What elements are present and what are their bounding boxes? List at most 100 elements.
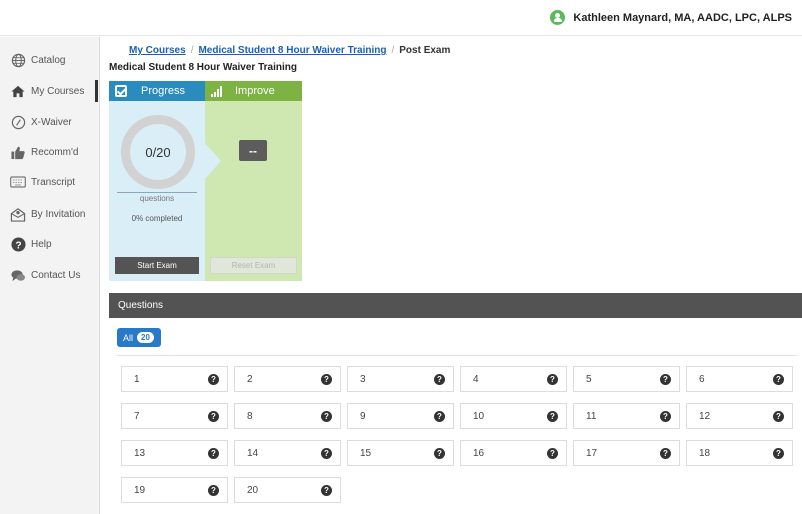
question-item[interactable]: 2?	[234, 366, 341, 392]
question-help-icon[interactable]: ?	[434, 410, 445, 422]
question-help-icon[interactable]: ?	[321, 373, 332, 385]
signal-bars-icon	[211, 85, 223, 97]
globe-icon	[10, 52, 26, 68]
sidebar-item-x-waiver[interactable]: X-Waiver	[10, 111, 98, 133]
sidebar-item-label: Transcript	[31, 176, 76, 188]
question-item[interactable]: 20?	[234, 477, 341, 503]
improve-value: --	[239, 140, 267, 161]
question-number: 16	[473, 447, 485, 459]
breadcrumb-my-courses-link[interactable]: My Courses	[129, 45, 186, 56]
sidebar-item-label: X-Waiver	[31, 116, 72, 128]
question-help-icon[interactable]: ?	[321, 447, 332, 459]
question-item[interactable]: 16?	[460, 440, 567, 466]
sidebar-item-label: Contact Us	[31, 269, 81, 281]
question-number: 19	[134, 484, 146, 496]
sidebar-item-label: Catalog	[31, 54, 66, 66]
question-help-icon[interactable]: ?	[660, 373, 671, 385]
question-item[interactable]: 14?	[234, 440, 341, 466]
question-item[interactable]: 15?	[347, 440, 454, 466]
question-help-icon[interactable]: ?	[660, 410, 671, 422]
progress-divider	[117, 192, 197, 193]
filter-all-button[interactable]: All 20	[117, 328, 161, 347]
question-item[interactable]: 12?	[686, 403, 793, 429]
start-exam-button[interactable]: Start Exam	[115, 257, 199, 274]
envelope-icon	[10, 206, 26, 222]
question-item[interactable]: 9?	[347, 403, 454, 429]
question-number: 3	[360, 373, 366, 385]
question-number: 20	[247, 484, 259, 496]
top-bar: Kathleen Maynard, MA, AADC, LPC, ALPS	[0, 0, 802, 36]
question-number: 9	[360, 410, 366, 422]
progress-ring: 0/20	[121, 115, 195, 189]
question-item[interactable]: 19?	[121, 477, 228, 503]
question-item[interactable]: 17?	[573, 440, 680, 466]
question-number: 6	[699, 373, 705, 385]
question-help-icon[interactable]: ?	[547, 410, 558, 422]
question-help-icon[interactable]: ?	[547, 447, 558, 459]
question-item[interactable]: 7?	[121, 403, 228, 429]
user-avatar-icon	[550, 10, 566, 25]
sidebar-item-by-invitation[interactable]: By Invitation	[10, 203, 98, 225]
question-help-icon[interactable]: ?	[208, 410, 219, 422]
question-number: 13	[134, 447, 146, 459]
filter-count-badge: 20	[137, 332, 154, 343]
checkbox-icon	[115, 85, 127, 97]
sidebar-item-transcript[interactable]: Transcript	[10, 171, 98, 193]
question-item[interactable]: 10?	[460, 403, 567, 429]
question-help-icon[interactable]: ?	[773, 447, 784, 459]
improve-card: Improve -- Reset Exam	[205, 81, 302, 281]
question-number: 14	[247, 447, 259, 459]
question-number: 8	[247, 410, 253, 422]
question-help-icon[interactable]: ?	[660, 447, 671, 459]
question-help-icon[interactable]: ?	[321, 410, 332, 422]
sidebar-item-label: My Courses	[31, 85, 85, 97]
progress-arrow	[205, 143, 221, 179]
sidebar-item-contact-us[interactable]: Contact Us	[10, 264, 98, 286]
question-item[interactable]: 3?	[347, 366, 454, 392]
breadcrumb: My Courses / Medical Student 8 Hour Waiver…	[129, 45, 450, 56]
question-icon: ?	[10, 236, 26, 252]
svg-text:?: ?	[15, 240, 21, 251]
progress-header: Progress	[109, 81, 205, 101]
sidebar-item-label: Help	[31, 238, 52, 250]
breadcrumb-course-link[interactable]: Medical Student 8 Hour Waiver Training	[198, 45, 386, 56]
question-item[interactable]: 13?	[121, 440, 228, 466]
question-help-icon[interactable]: ?	[208, 447, 219, 459]
sidebar: Catalog My Courses X-Waiver Recomm'd Tra…	[0, 37, 100, 514]
sidebar-item-help[interactable]: ? Help	[10, 233, 98, 255]
sidebar-item-recommended[interactable]: Recomm'd	[10, 141, 98, 163]
question-number: 18	[699, 447, 711, 459]
question-help-icon[interactable]: ?	[773, 373, 784, 385]
question-help-icon[interactable]: ?	[434, 373, 445, 385]
question-number: 11	[586, 410, 597, 422]
question-item[interactable]: 18?	[686, 440, 793, 466]
sidebar-item-label: Recomm'd	[31, 146, 79, 158]
user-name: Kathleen Maynard, MA, AADC, LPC, ALPS	[573, 11, 792, 24]
question-help-icon[interactable]: ?	[547, 373, 558, 385]
progress-score: 0/20	[145, 144, 171, 160]
question-help-icon[interactable]: ?	[434, 447, 445, 459]
questions-header: Questions	[109, 293, 802, 318]
breadcrumb-current: Post Exam	[399, 45, 451, 56]
question-help-icon[interactable]: ?	[321, 484, 332, 496]
question-number: 4	[473, 373, 479, 385]
questions-heading: Questions	[118, 300, 164, 311]
filter-all-label: All	[123, 332, 134, 343]
percent-completed: 0% completed	[131, 214, 183, 223]
question-item[interactable]: 6?	[686, 366, 793, 392]
user-menu[interactable]: Kathleen Maynard, MA, AADC, LPC, ALPS	[550, 10, 792, 25]
question-help-icon[interactable]: ?	[208, 484, 219, 496]
improve-header: Improve	[205, 81, 302, 101]
question-item[interactable]: 5?	[573, 366, 680, 392]
question-number: 5	[586, 373, 592, 385]
questions-label: questions	[139, 194, 175, 203]
sidebar-item-label: By Invitation	[31, 208, 86, 220]
question-help-icon[interactable]: ?	[208, 373, 219, 385]
sidebar-item-my-courses[interactable]: My Courses	[10, 80, 98, 102]
question-help-icon[interactable]: ?	[773, 410, 784, 422]
question-item[interactable]: 4?	[460, 366, 567, 392]
question-item[interactable]: 1?	[121, 366, 228, 392]
question-item[interactable]: 8?	[234, 403, 341, 429]
sidebar-item-catalog[interactable]: Catalog	[10, 49, 98, 71]
question-item[interactable]: 11?	[573, 403, 680, 429]
